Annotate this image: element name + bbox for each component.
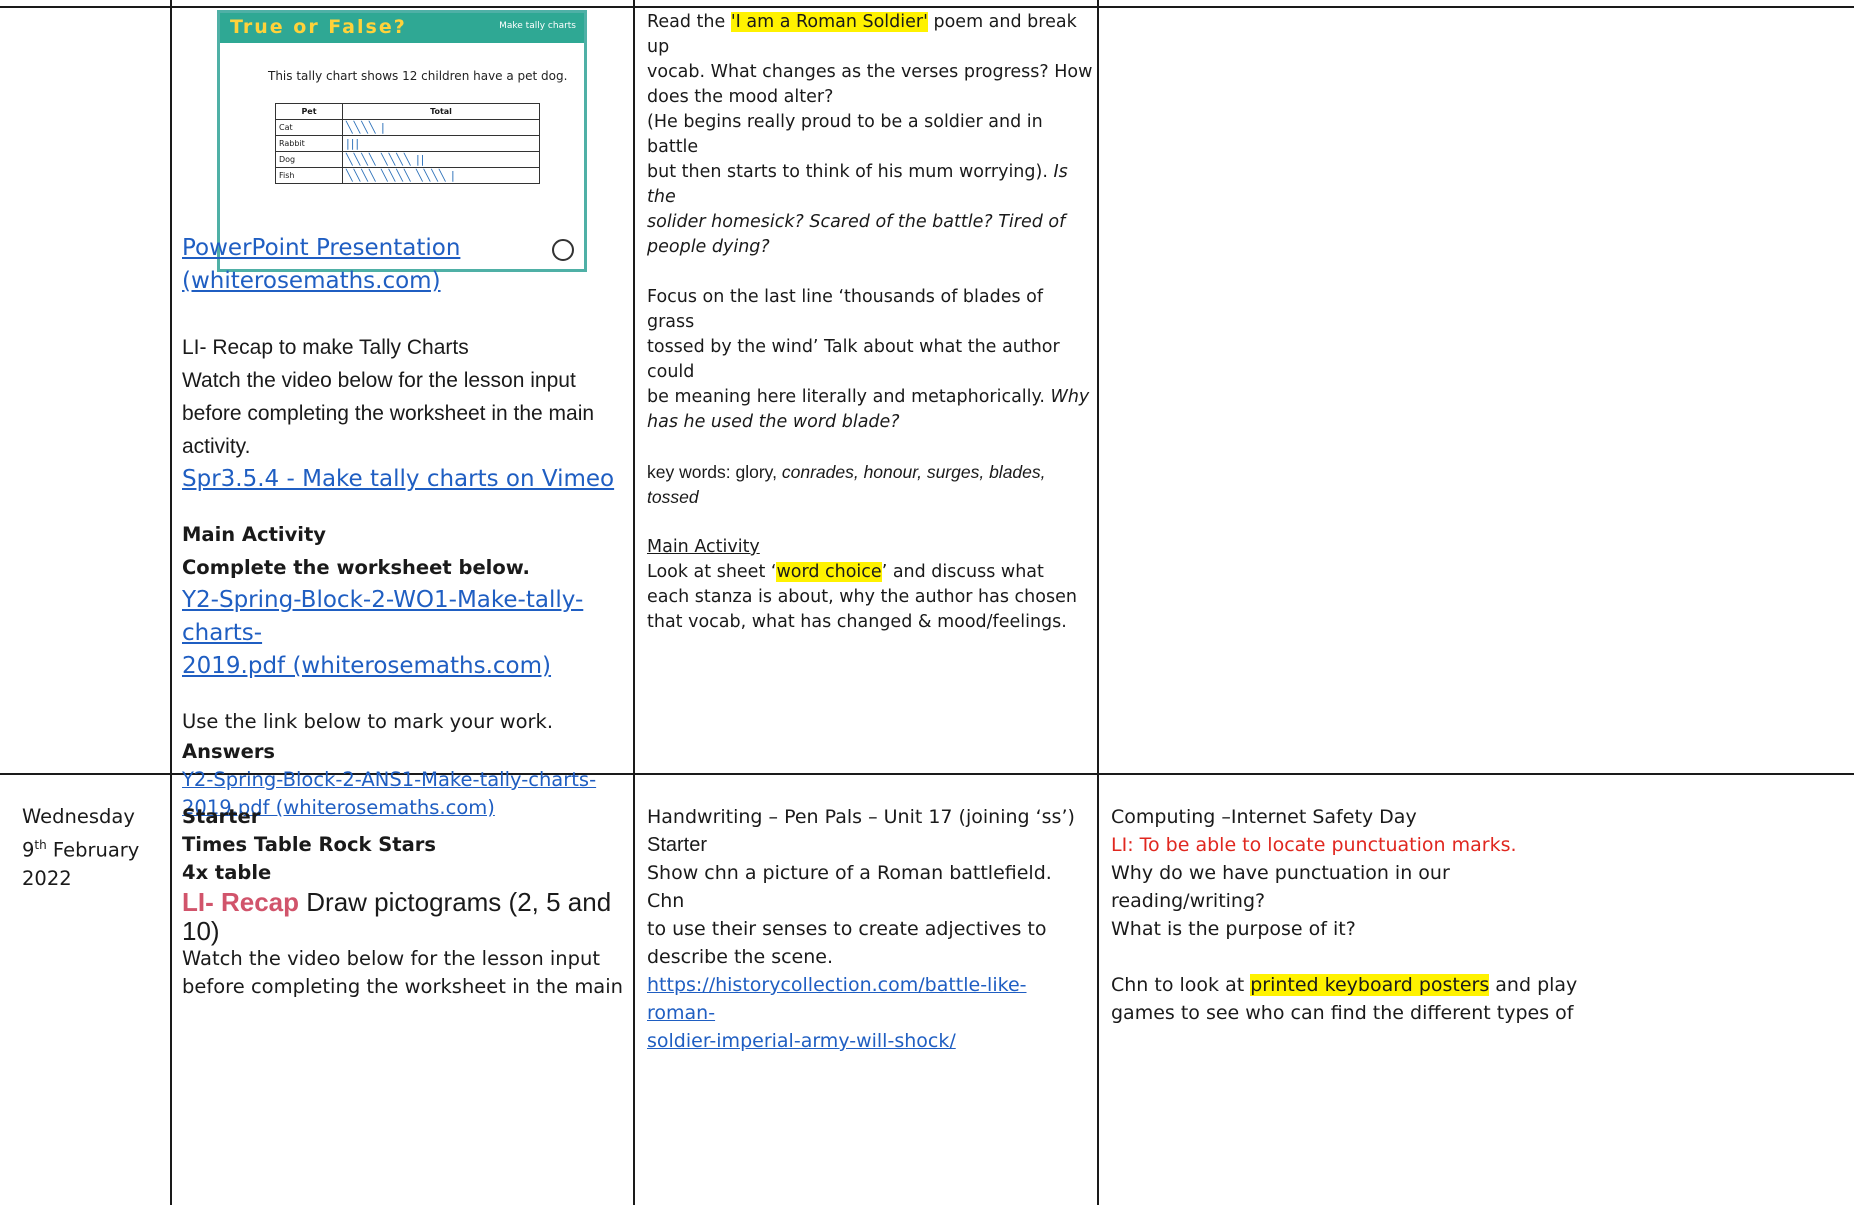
body-text: What is the purpose of it? — [1111, 918, 1356, 940]
history-collection-link-cont[interactable]: soldier-imperial-army-will-shock/ — [647, 1030, 956, 1052]
date-day: 9 — [22, 838, 35, 862]
body-text: but then starts to think of his mum worr… — [647, 162, 1054, 182]
date-month: February — [46, 838, 140, 862]
powerpoint-link[interactable]: PowerPoint Presentation — [182, 235, 460, 261]
worksheet-link[interactable]: Y2-Spring-Block-2-WO1-Make-tally-charts- — [182, 587, 583, 646]
complete-worksheet-text: Complete the worksheet below. — [182, 556, 530, 579]
answers-link[interactable]: Y2-Spring-Block-2-ANS1-Make-tally-charts… — [182, 768, 596, 791]
key-words-list: tossed — [647, 487, 699, 507]
main-activity-heading: Main Activity — [647, 537, 760, 557]
instruction-text: Watch the video below for the lesson inp… — [182, 369, 576, 392]
tally-marks: ╲╲╲╲ ╲╲╲╲ || — [342, 151, 540, 168]
computing-heading: Computing –Internet Safety Day — [1111, 806, 1417, 828]
starter-heading: Starter — [647, 834, 708, 856]
body-text: Focus on the last line ‘thousands of bla… — [647, 287, 1044, 332]
tally-header-pet: Pet — [275, 103, 343, 120]
poem-intro-text: Read the — [647, 12, 731, 32]
tally-marks: ╲╲╲╲ ╲╲╲╲ ╲╲╲╲ | — [342, 167, 540, 184]
body-text: that vocab, what has changed & mood/feel… — [647, 612, 1067, 632]
tally-marks: ||| — [342, 135, 540, 152]
table-top-border — [0, 6, 1854, 8]
instruction-text: activity. — [182, 435, 251, 458]
date-suffix: th — [34, 838, 47, 852]
body-text: Chn to look at — [1111, 974, 1251, 996]
key-words-label: key words: glory, — [647, 462, 782, 482]
starter-heading: Starter — [182, 805, 261, 828]
body-text: reading/writing? — [1111, 890, 1266, 912]
body-text: Look at sheet ‘ — [647, 562, 777, 582]
table-row: Dog ╲╲╲╲ ╲╲╲╲ || — [275, 151, 540, 168]
instruction-text: before completing the worksheet in the m… — [182, 975, 624, 998]
tally-header-total: Total — [342, 103, 540, 120]
learning-intention: Draw pictograms (2, 5 and — [299, 887, 612, 917]
times-table: 4x table — [182, 861, 272, 884]
learning-intention: LI: To be able to locate punctuation mar… — [1111, 834, 1517, 856]
column-divider-2 — [633, 0, 635, 1205]
body-text: does the mood alter? — [647, 87, 834, 107]
powerpoint-link-domain[interactable]: (whiterosemaths.com) — [182, 268, 441, 294]
handwriting-heading: Handwriting – Pen Pals – Unit 17 (joinin… — [647, 806, 1075, 828]
tally-table: Pet Total Cat ╲╲╲╲ | Rabbit ||| Dog ╲╲╲╲… — [275, 103, 540, 184]
english-lesson-row2: Handwriting – Pen Pals – Unit 17 (joinin… — [647, 803, 1093, 1055]
body-text: vocab. What changes as the verses progre… — [647, 62, 1093, 82]
column-divider-1 — [170, 0, 172, 1205]
date-year: 2022 — [22, 866, 72, 890]
times-table-rock-stars: Times Table Rock Stars — [182, 833, 437, 856]
instruction-text: before completing the worksheet in the m… — [182, 402, 595, 425]
tally-pet: Fish — [275, 167, 343, 184]
slide-header-bar: True or False? Make tally charts — [220, 13, 584, 43]
history-collection-link[interactable]: https://historycollection.com/battle-lik… — [647, 974, 1027, 1024]
body-text: games to see who can find the different … — [1111, 1002, 1574, 1024]
italic-question: Why — [1050, 387, 1090, 407]
word-choice-highlight: word choice — [776, 562, 882, 582]
answers-heading: Answers — [182, 740, 276, 763]
key-words-list: conrades, honour, surges, blades, — [781, 462, 1046, 482]
body-text: tossed by the wind’ Talk about what the … — [647, 337, 1060, 382]
body-text: each stanza is about, why the author has… — [647, 587, 1077, 607]
body-text: to use their senses to create adjectives… — [647, 918, 1047, 940]
table-row: Cat ╲╲╲╲ | — [275, 119, 540, 136]
body-text: describe the scene. — [647, 946, 834, 968]
table-row: Rabbit ||| — [275, 135, 540, 152]
tally-pet: Rabbit — [275, 135, 343, 152]
body-text: and play — [1489, 974, 1578, 996]
tally-pet: Dog — [275, 151, 343, 168]
table-row: Fish ╲╲╲╲ ╲╲╲╲ ╲╲╲╲ | — [275, 167, 540, 184]
slide-title: True or False? — [230, 16, 407, 38]
vimeo-video-link[interactable]: Spr3.5.4 - Make tally charts on Vimeo — [182, 466, 614, 492]
mark-work-text: Use the link below to mark your work. — [182, 710, 554, 733]
column-divider-3 — [1097, 0, 1099, 1205]
instruction-text: Watch the video below for the lesson inp… — [182, 947, 601, 970]
italic-question: solider homesick? Scared of the battle? … — [647, 212, 1066, 232]
main-activity-heading: Main Activity — [182, 523, 327, 546]
li-recap-label: LI- Recap — [182, 887, 300, 917]
learning-intention-cont: 10) — [182, 916, 220, 946]
date-cell: Wednesday 9th February 2022 — [22, 803, 167, 893]
tally-marks: ╲╲╲╲ | — [342, 119, 540, 136]
computing-lesson-row2: Computing –Internet Safety Day LI: To be… — [1111, 803, 1851, 1027]
weekday: Wednesday — [22, 805, 135, 828]
english-lesson-row1: Read the 'I am a Roman Soldier' poem and… — [647, 10, 1093, 635]
body-text: Why do we have punctuation in our — [1111, 862, 1450, 884]
body-text: ’ and discuss what — [881, 562, 1044, 582]
italic-question: has he used the word blade? — [647, 412, 900, 432]
body-text: (He begins really proud to be a soldier … — [647, 112, 1043, 157]
tally-pet: Cat — [275, 119, 343, 136]
maths-lesson-row2: Starter Times Table Rock Stars 4x table … — [182, 803, 627, 1001]
italic-question: people dying? — [647, 237, 770, 257]
body-text: be meaning here literally and metaphoric… — [647, 387, 1051, 407]
slide-subtitle: Make tally charts — [499, 21, 576, 31]
worksheet-link-cont[interactable]: 2019.pdf (whiterosemaths.com) — [182, 653, 551, 679]
body-text: Show chn a picture of a Roman battlefiel… — [647, 862, 1052, 912]
learning-intention: LI- Recap to make Tally Charts — [182, 336, 469, 359]
poem-title-highlight: 'I am a Roman Soldier' — [730, 12, 928, 32]
maths-lesson-row1: PowerPoint Presentation (whiterosemaths.… — [182, 232, 627, 822]
keyboard-posters-highlight: printed keyboard posters — [1250, 974, 1490, 996]
slide-question: This tally chart shows 12 children have … — [268, 69, 568, 83]
